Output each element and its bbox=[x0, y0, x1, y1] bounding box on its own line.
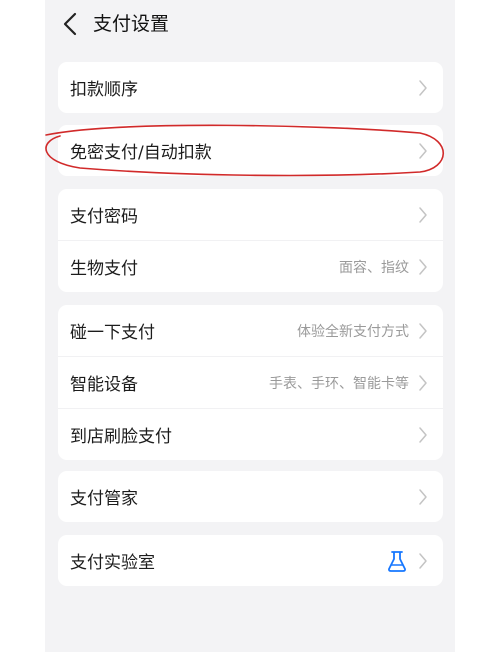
row-face-pay-in-store[interactable]: 到店刷脸支付 bbox=[58, 408, 443, 460]
row-payment-lab[interactable]: 支付实验室 bbox=[58, 535, 443, 586]
settings-card-autopay: 免密支付/自动扣款 bbox=[58, 125, 443, 176]
chevron-right-icon bbox=[417, 322, 429, 340]
settings-card-security: 支付密码 生物支付 面容、指纹 bbox=[58, 189, 443, 292]
row-payment-butler[interactable]: 支付管家 bbox=[58, 471, 443, 522]
row-label: 支付密码 bbox=[70, 207, 138, 227]
settings-card-deduction: 扣款顺序 bbox=[58, 62, 443, 113]
settings-card-butler: 支付管家 bbox=[58, 471, 443, 522]
chevron-right-icon bbox=[417, 374, 429, 392]
payment-settings-screen: 支付设置 扣款顺序 免密支付/自动扣款 支付密码 生物支付 面容、指纹 碰一下支… bbox=[45, 0, 455, 652]
row-label: 生物支付 bbox=[70, 259, 138, 279]
chevron-right-icon bbox=[417, 206, 429, 224]
row-label: 智能设备 bbox=[70, 375, 138, 395]
chevron-right-icon bbox=[417, 552, 429, 570]
back-arrow-icon bbox=[63, 12, 77, 36]
settings-card-lab: 支付实验室 bbox=[58, 535, 443, 586]
row-label: 免密支付/自动扣款 bbox=[70, 143, 212, 163]
page-title: 支付设置 bbox=[93, 13, 170, 35]
row-biometric-pay[interactable]: 生物支付 面容、指纹 bbox=[58, 240, 443, 292]
chevron-right-icon bbox=[417, 258, 429, 276]
row-hint: 手表、手环、智能卡等 bbox=[269, 375, 409, 392]
back-button[interactable] bbox=[59, 11, 81, 37]
header-bar: 支付设置 bbox=[45, 0, 455, 50]
row-label: 支付实验室 bbox=[70, 553, 155, 573]
row-hint: 面容、指纹 bbox=[339, 259, 409, 276]
row-deduction-order[interactable]: 扣款顺序 bbox=[58, 62, 443, 113]
row-label: 支付管家 bbox=[70, 489, 138, 509]
row-payment-password[interactable]: 支付密码 bbox=[58, 189, 443, 240]
chevron-right-icon bbox=[417, 142, 429, 160]
row-label: 扣款顺序 bbox=[70, 80, 138, 100]
row-label: 到店刷脸支付 bbox=[70, 427, 172, 447]
flask-icon bbox=[385, 549, 409, 573]
chevron-right-icon bbox=[417, 488, 429, 506]
chevron-right-icon bbox=[417, 426, 429, 444]
row-hint: 体验全新支付方式 bbox=[297, 323, 409, 340]
row-password-free-autopay[interactable]: 免密支付/自动扣款 bbox=[58, 125, 443, 176]
row-smart-devices[interactable]: 智能设备 手表、手环、智能卡等 bbox=[58, 356, 443, 408]
settings-card-devices: 碰一下支付 体验全新支付方式 智能设备 手表、手环、智能卡等 到店刷脸支付 bbox=[58, 305, 443, 460]
row-tap-to-pay[interactable]: 碰一下支付 体验全新支付方式 bbox=[58, 305, 443, 356]
row-label: 碰一下支付 bbox=[70, 323, 155, 343]
chevron-right-icon bbox=[417, 79, 429, 97]
